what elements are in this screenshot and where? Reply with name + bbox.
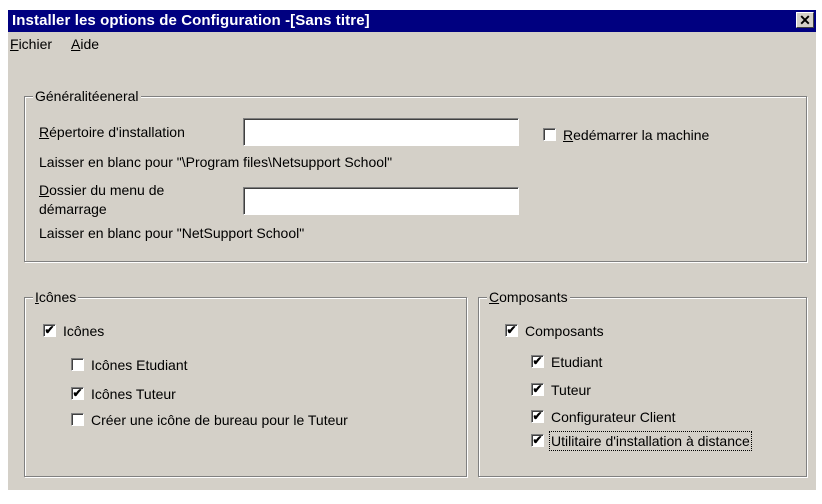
window-frame-left	[0, 0, 8, 490]
tutor-desktop-icon-checkbox-box[interactable]	[71, 413, 84, 426]
start-menu-label-line2: démarrage	[39, 201, 107, 217]
window-frame-right	[816, 0, 822, 490]
client-configurator-label: Configurateur Client	[551, 409, 676, 425]
restart-checkbox-box[interactable]	[543, 128, 556, 141]
tutor-icons-label: Icônes Tuteur	[91, 386, 176, 402]
icons-group: Icônes ✔ Icônes Icônes Etudiant ✔ Icônes…	[24, 289, 467, 477]
components-group: Composants ✔ Composants ✔ Etudiant ✔ Tut…	[478, 289, 807, 477]
general-group: Généralitéeneral Répertoire d'installati…	[24, 88, 807, 262]
restart-machine-label: Redémarrer la machine	[563, 127, 709, 143]
icons-checkbox-label: Icônes	[63, 323, 105, 339]
window-title: Installer les options de Configuration -…	[12, 12, 370, 29]
tutor-icons-checkbox-box[interactable]: ✔	[71, 387, 84, 400]
start-menu-label-mnemonic: D	[39, 182, 50, 198]
config-window: Installer les options de Configuration -…	[0, 0, 822, 504]
menu-aide[interactable]: Aide	[71, 36, 99, 52]
install-dir-label-text: épertoire d'installation	[49, 124, 185, 140]
icons-group-legend: Icônes	[33, 289, 79, 305]
tutor-component-checkbox-box[interactable]: ✔	[531, 383, 544, 396]
restart-text: edémarrer la machine	[573, 127, 710, 143]
tutor-desktop-icon-label: Créer une icône de bureau pour le Tuteur	[91, 412, 348, 428]
menu-fichier-mnemonic: F	[10, 36, 19, 52]
client-configurator-checkbox-box[interactable]: ✔	[531, 410, 544, 423]
restart-mnemonic: R	[563, 127, 574, 143]
start-menu-label-text: ossier du menu de	[49, 182, 165, 198]
menu-fichier[interactable]: Fichier	[10, 36, 52, 52]
start-menu-input[interactable]	[243, 187, 519, 215]
remote-install-utility-checkbox-box[interactable]: ✔	[531, 434, 544, 447]
menu-aide-label: ide	[80, 36, 100, 52]
install-dir-input[interactable]	[243, 118, 519, 146]
student-icons-label: Icônes Etudiant	[91, 357, 188, 373]
install-dir-label-mnemonic: R	[39, 124, 50, 140]
menu-fichier-label: ichier	[18, 36, 53, 52]
title-bar[interactable]: Installer les options de Configuration -…	[8, 10, 816, 32]
components-checkbox-label: Composants	[525, 323, 604, 339]
window-bottom-edge	[0, 490, 822, 504]
icons-legend-text: cônes	[38, 289, 77, 305]
install-dir-label: Répertoire d'installation	[39, 124, 185, 140]
window-frame-top	[0, 0, 822, 10]
tutor-component-label: Tuteur	[551, 382, 591, 398]
start-menu-label: Dossier du menu de	[39, 182, 164, 198]
student-component-checkbox-box[interactable]: ✔	[531, 355, 544, 368]
remote-install-utility-label: Utilitaire d'installation à distance	[549, 431, 752, 451]
student-component-label: Etudiant	[551, 354, 603, 370]
components-group-legend: Composants	[487, 289, 570, 305]
general-group-legend: Généralitéeneral	[33, 88, 141, 104]
components-checkbox-box[interactable]: ✔	[505, 324, 518, 337]
close-icon[interactable]: ✕	[796, 12, 814, 28]
start-menu-hint: Laisser en blanc pour "NetSupport School…	[39, 225, 305, 241]
student-icons-checkbox-box[interactable]	[71, 358, 84, 371]
components-legend-text: omposants	[499, 289, 568, 305]
components-legend-mnemonic: C	[489, 289, 500, 305]
menu-bar: Fichier Aide	[8, 32, 816, 56]
install-dir-hint: Laisser en blanc pour "\Program files\Ne…	[39, 154, 393, 170]
menu-aide-mnemonic: A	[71, 36, 81, 52]
icons-checkbox-box[interactable]: ✔	[43, 324, 56, 337]
